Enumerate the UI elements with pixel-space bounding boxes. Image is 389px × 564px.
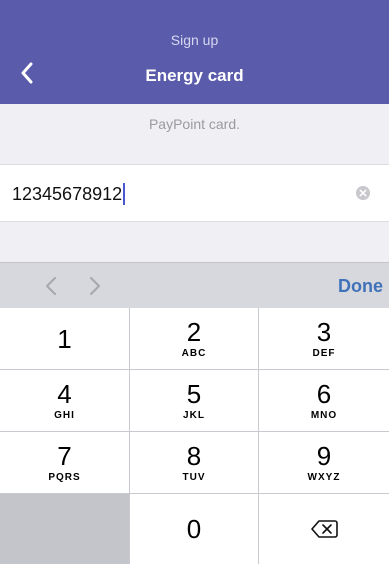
- key-letters: GHI: [54, 409, 75, 421]
- key-number: 3: [316, 316, 332, 347]
- number-keypad: 1 2 ABC 3 DEF 4 GHI 5 JKL 6 MNO 7 PQRS 8: [0, 308, 389, 564]
- page-title: Energy card: [145, 66, 244, 85]
- done-button[interactable]: Done: [338, 276, 383, 297]
- key-9[interactable]: 9 WXYZ: [259, 432, 389, 493]
- navigation-header: Sign up Energy card: [0, 0, 389, 104]
- key-letters: TUV: [182, 471, 206, 483]
- key-number: 5: [186, 378, 202, 409]
- key-blank: [0, 494, 129, 564]
- key-2[interactable]: 2 ABC: [130, 308, 258, 369]
- header-subtitle: Sign up: [170, 32, 219, 48]
- key-8[interactable]: 8 TUV: [130, 432, 258, 493]
- key-7[interactable]: 7 PQRS: [0, 432, 129, 493]
- key-number: 8: [186, 440, 202, 471]
- key-1[interactable]: 1: [0, 308, 129, 369]
- card-number-text: 12345678912: [12, 183, 123, 204]
- key-letters: JKL: [183, 409, 205, 421]
- next-field-button[interactable]: [84, 274, 106, 298]
- key-number: 4: [57, 378, 72, 409]
- key-letters: DEF: [312, 347, 336, 359]
- key-3[interactable]: 3 DEF: [259, 308, 389, 369]
- info-text-faded-line: [0, 104, 389, 114]
- key-4[interactable]: 4 GHI: [0, 370, 129, 431]
- card-number-value[interactable]: 12345678912: [12, 183, 126, 205]
- card-number-field[interactable]: 12345678912: [0, 164, 389, 222]
- spacer-band: [0, 222, 389, 262]
- key-number: 7: [57, 440, 72, 471]
- key-6[interactable]: 6 MNO: [259, 370, 389, 431]
- info-text: PayPoint card.: [0, 104, 389, 164]
- backspace-icon: [311, 520, 338, 538]
- signup-screen: Sign up Energy card PayPoint card. 12345…: [0, 0, 389, 564]
- key-0[interactable]: 0: [130, 494, 258, 564]
- key-letters: MNO: [310, 409, 338, 421]
- key-number: 2: [186, 316, 202, 347]
- previous-field-button[interactable]: [40, 274, 62, 298]
- keyboard-toolbar: Done: [0, 262, 389, 308]
- key-number: 1: [57, 323, 72, 354]
- info-text-line: PayPoint card.: [148, 116, 241, 132]
- text-caret: [123, 183, 126, 205]
- key-letters: PQRS: [48, 471, 81, 483]
- chevron-left-icon: [45, 276, 57, 296]
- key-number: 0: [186, 514, 202, 544]
- key-number: 6: [316, 378, 332, 409]
- chevron-right-icon: [89, 276, 101, 296]
- key-letters: ABC: [181, 347, 207, 359]
- delete-key[interactable]: [259, 494, 389, 564]
- key-5[interactable]: 5 JKL: [130, 370, 258, 431]
- key-number: 9: [316, 440, 332, 471]
- key-letters: WXYZ: [307, 471, 341, 483]
- clear-circle-icon[interactable]: [355, 185, 371, 201]
